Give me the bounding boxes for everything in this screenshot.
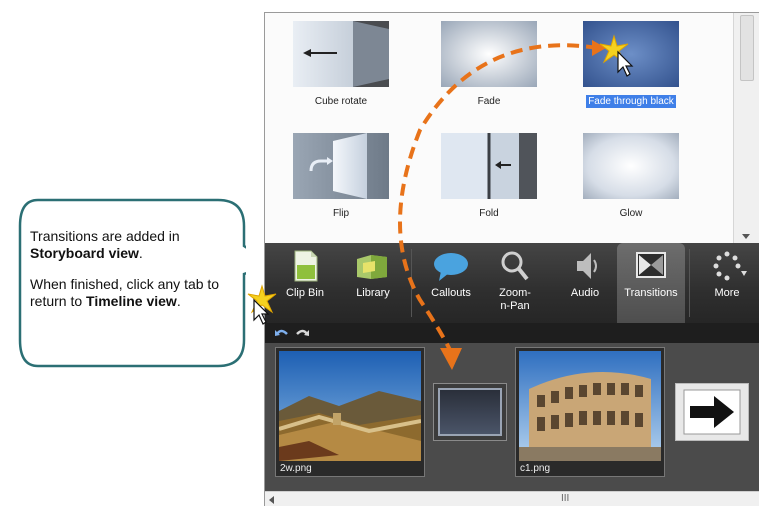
tab-clip-bin[interactable]: Clip Bin: [271, 243, 339, 323]
cube-rotate-thumbnail: [293, 21, 389, 87]
tab-separator: [689, 249, 690, 317]
tab-more[interactable]: More: [693, 243, 759, 323]
fade-through-black-thumbnail: [583, 21, 679, 87]
tab-callouts[interactable]: Callouts: [417, 243, 485, 323]
tab-separator: [411, 249, 412, 317]
right-arrow-icon: [683, 389, 741, 435]
tab-library[interactable]: Library: [339, 243, 407, 323]
storyboard-toolbar: [265, 323, 759, 343]
transition-flip[interactable]: Flip: [279, 133, 403, 221]
fold-thumbnail: [441, 133, 537, 199]
glow-thumbnail: [583, 133, 679, 199]
callouts-icon: [431, 249, 471, 283]
flip-thumbnail: [293, 133, 389, 199]
tab-label: More: [714, 287, 740, 299]
scrollbar-grip[interactable]: III: [561, 493, 569, 504]
transition-label: Fade through black: [586, 95, 676, 108]
transition-glow[interactable]: Glow: [569, 133, 693, 221]
transitions-gallery: Cube rotate Fade Fade through black Flip…: [265, 13, 733, 243]
clip-name: c1.png: [520, 463, 551, 474]
storyboard-horizontal-scrollbar[interactable]: III: [265, 491, 759, 506]
scroll-left-arrow-icon[interactable]: [269, 496, 274, 504]
clip-bin-icon: [285, 249, 325, 283]
tab-label: Zoom-n-Pan: [499, 287, 531, 312]
storyboard-clip[interactable]: c1.png: [515, 347, 665, 477]
scrollbar-thumb[interactable]: [740, 15, 754, 81]
tab-label: Callouts: [431, 287, 471, 299]
transition-label: Flip: [332, 208, 350, 219]
camtasia-window: Cube rotate Fade Fade through black Flip…: [264, 12, 759, 506]
redo-icon[interactable]: [295, 326, 309, 343]
transition-label: Glow: [619, 208, 643, 219]
more-icon: [707, 249, 747, 283]
colosseum-thumbnail: [519, 351, 661, 461]
library-icon: [353, 249, 393, 283]
transition-fade-through-black[interactable]: Fade through black: [569, 21, 693, 109]
transitions-icon: [631, 249, 671, 283]
storyboard-track: 2w.png c1.png: [265, 343, 759, 491]
callout-line-1: Transitions are added in Storyboard view…: [30, 228, 180, 261]
scroll-down-arrow-icon[interactable]: [742, 234, 750, 239]
storyboard-clip[interactable]: 2w.png: [275, 347, 425, 477]
transition-fade[interactable]: Fade: [427, 21, 551, 109]
tab-audio[interactable]: Audio: [551, 243, 619, 323]
tab-label: Clip Bin: [286, 287, 324, 299]
transition-label: Cube rotate: [314, 96, 368, 107]
zoom-icon: [495, 249, 535, 283]
tab-label: Audio: [570, 287, 600, 299]
gallery-vertical-scrollbar[interactable]: [733, 13, 759, 243]
transition-fold[interactable]: Fold: [427, 133, 551, 221]
transition-slot[interactable]: [433, 383, 507, 441]
great-wall-thumbnail: [279, 351, 421, 461]
tab-transitions[interactable]: Transitions: [617, 243, 685, 323]
fade-thumbnail: [441, 21, 537, 87]
tab-zoom-n-pan[interactable]: Zoom-n-Pan: [481, 243, 549, 323]
transition-label: Fold: [479, 208, 499, 219]
transition-cube-rotate[interactable]: Cube rotate: [279, 21, 403, 109]
task-tab-bar: Clip Bin Library Callouts Zoom-n-Pan Aud…: [265, 243, 759, 323]
tab-label: Library: [356, 287, 390, 299]
audio-icon: [565, 249, 605, 283]
tab-label: Transitions: [624, 287, 678, 299]
callout-text: Transitions are added in Storyboard view…: [30, 228, 230, 324]
clip-name: 2w.png: [280, 463, 312, 474]
callout-line-2: When finished, click any tab to return t…: [30, 276, 220, 309]
undo-icon[interactable]: [275, 326, 289, 343]
next-arrow-clip[interactable]: [675, 383, 749, 441]
transition-slot-placeholder: [438, 388, 502, 436]
transition-label: Fade: [477, 96, 501, 107]
